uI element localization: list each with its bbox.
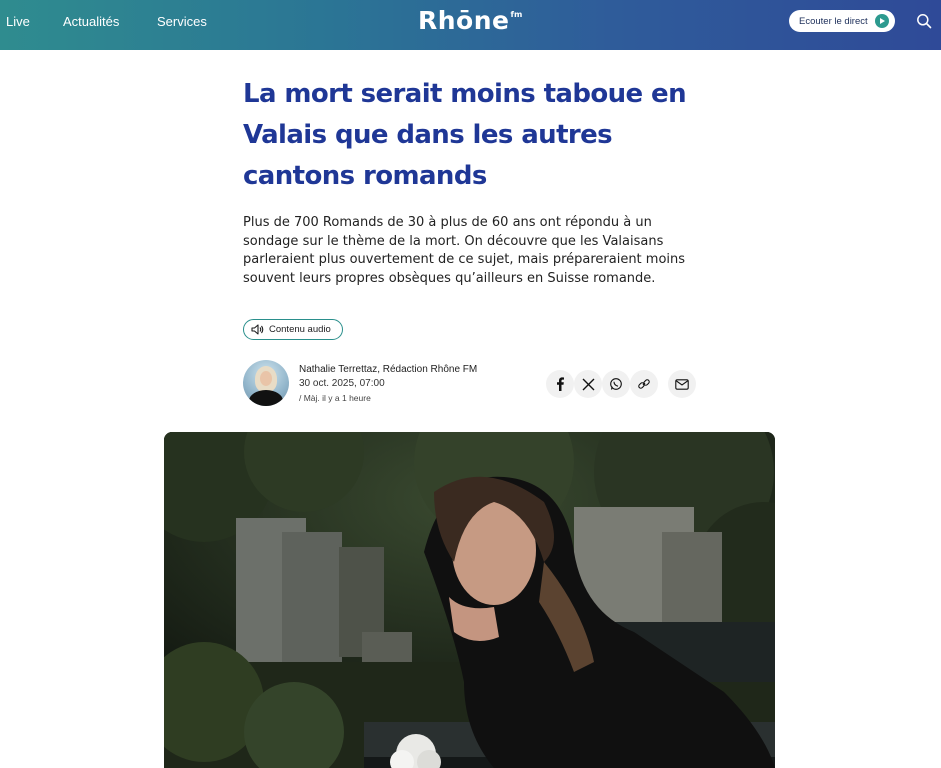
mail-icon — [675, 378, 689, 390]
play-icon — [875, 14, 889, 28]
facebook-icon — [557, 377, 564, 391]
author-name[interactable]: Nathalie Terrettaz, Rédaction Rhône FM — [299, 363, 477, 377]
nav-item-live[interactable]: Live — [6, 14, 30, 29]
article-lead: Plus de 700 Romands de 30 à plus de 60 a… — [243, 215, 686, 287]
logo-suffix: fm — [510, 10, 523, 19]
article-title: La mort serait moins taboue en Valais qu… — [243, 79, 687, 191]
copy-link-button[interactable] — [630, 370, 658, 398]
speaker-icon — [251, 324, 264, 335]
link-icon — [638, 379, 650, 389]
whatsapp-share-button[interactable] — [602, 370, 630, 398]
x-share-button[interactable] — [574, 370, 602, 398]
email-share-button[interactable] — [668, 370, 696, 398]
audio-content-label: Contenu audio — [269, 324, 331, 335]
cemetery-photo — [164, 432, 775, 768]
author-block: Nathalie Terrettaz, Rédaction Rhône FM 3… — [299, 363, 477, 405]
nav-item-actualites[interactable]: Actualités — [63, 14, 119, 29]
updated-time: / Màj. il y a 1 heure — [299, 393, 371, 403]
listen-live-button[interactable]: Ecouter le direct — [789, 10, 895, 32]
listen-live-label: Ecouter le direct — [799, 15, 868, 27]
x-icon — [582, 378, 594, 390]
audio-content-tag[interactable]: Contenu audio — [243, 319, 343, 340]
rhone-fm-logo[interactable]: Rhōne fm — [418, 6, 522, 40]
article-hero-image — [164, 432, 775, 768]
publish-date: 30 oct. 2025, 07:00 — [299, 378, 385, 389]
site-header: Live Actualités Services Rhōne fm Ecoute… — [0, 0, 941, 50]
facebook-share-button[interactable] — [546, 370, 574, 398]
search-icon[interactable] — [916, 13, 932, 29]
logo-text: Rhōne — [418, 6, 510, 35]
nav-item-services[interactable]: Services — [157, 14, 207, 29]
whatsapp-icon — [610, 378, 622, 390]
author-avatar — [243, 360, 289, 406]
